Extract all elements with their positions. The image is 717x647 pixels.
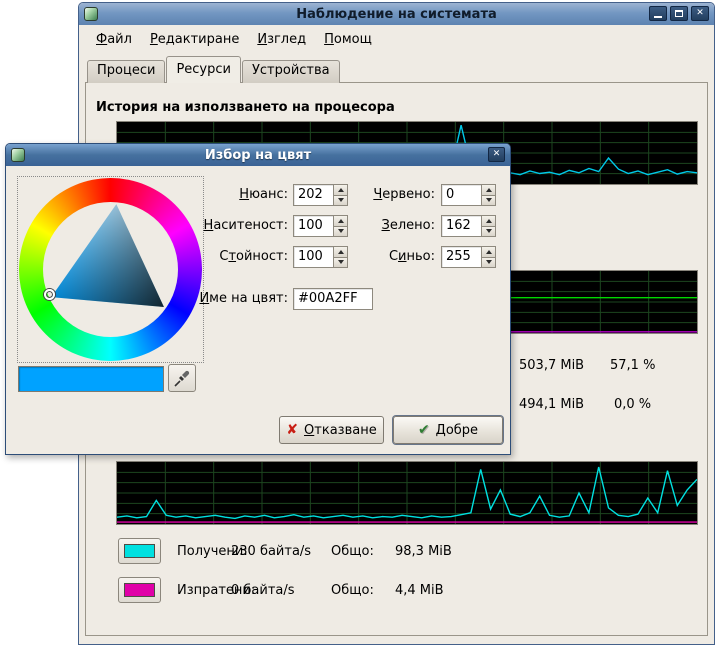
cancel-icon: ✘ <box>286 423 298 437</box>
menu-item-file[interactable]: Файл <box>87 29 141 50</box>
cpu-history-heading: История на използването на процесора <box>96 100 395 115</box>
green-input[interactable]: 162 <box>441 215 481 237</box>
hue-input[interactable]: 202 <box>293 184 333 206</box>
sent-total-label: Общо: <box>331 583 374 598</box>
red-spin-down-button[interactable] <box>481 196 496 207</box>
color-name-input[interactable]: #00A2FF <box>293 288 373 310</box>
color-wheel[interactable] <box>17 176 204 363</box>
cancel-button[interactable]: ✘ Отказване <box>279 416 384 444</box>
value-label: Стойност: <box>184 249 288 264</box>
blue-spin-up-button[interactable] <box>481 246 496 258</box>
arrow-up-icon <box>486 188 492 192</box>
blue-spinbox: 255 <box>441 246 496 268</box>
hue-label: Нюанс: <box>184 187 288 202</box>
received-color-swatch <box>124 544 155 558</box>
close-button[interactable]: ✕ <box>691 6 709 21</box>
color-selector-marker[interactable] <box>44 289 55 300</box>
dialog-icon <box>11 148 25 162</box>
color-preview <box>18 366 164 392</box>
ok-button-label: Добре <box>436 423 478 438</box>
red-label: Червено: <box>331 187 435 202</box>
saturation-label: Наситеност: <box>184 218 288 233</box>
desktop: Наблюдение на системата ✕ Файл Редактира… <box>0 0 717 647</box>
dialog-close-button[interactable]: ✕ <box>488 147 505 162</box>
green-label: Зелено: <box>331 218 435 233</box>
tab-bar: Процеси Ресурси Устройства <box>87 56 341 83</box>
dialog-close-icon: ✕ <box>493 150 501 159</box>
minimize-button[interactable] <box>649 6 667 21</box>
swap-percent: 0,0 % <box>614 397 651 412</box>
ok-button[interactable]: ✔ Добре <box>393 416 503 444</box>
sent-rate: 0 байта/s <box>231 583 295 598</box>
arrow-down-icon <box>486 260 492 264</box>
saturation-input[interactable]: 100 <box>293 215 333 237</box>
window-title: Наблюдение на системата <box>79 7 714 22</box>
cancel-button-label: Отказване <box>304 423 377 438</box>
swap-value: 494,1 MiB <box>519 397 584 412</box>
red-input[interactable]: 0 <box>441 184 481 206</box>
dialog-titlebar[interactable]: Избор на цвят ✕ <box>6 144 510 166</box>
tab-resources[interactable]: Ресурси <box>166 56 241 83</box>
menu-item-help[interactable]: Помощ <box>315 29 381 50</box>
sent-total: 4,4 MiB <box>395 583 444 598</box>
green-spin-up-button[interactable] <box>481 215 496 227</box>
red-spin-up-button[interactable] <box>481 184 496 196</box>
arrow-down-icon <box>486 198 492 202</box>
red-spinbox: 0 <box>441 184 496 206</box>
tab-processes[interactable]: Процеси <box>87 60 165 83</box>
blue-spin-down-button[interactable] <box>481 258 496 269</box>
value-input[interactable]: 100 <box>293 246 333 268</box>
arrow-up-icon <box>486 219 492 223</box>
color-name-label: Име на цвят: <box>184 291 288 306</box>
received-total-label: Общо: <box>331 544 374 559</box>
arrow-up-icon <box>486 250 492 254</box>
app-icon <box>84 7 98 21</box>
color-picker-dialog: Избор на цвят ✕ Нюанс: Наситеност: Стойн… <box>5 143 511 455</box>
close-icon: ✕ <box>696 9 704 18</box>
received-total: 98,3 MiB <box>395 544 452 559</box>
memory-value: 503,7 MiB <box>519 358 584 373</box>
network-history-chart <box>116 461 698 525</box>
dialog-title: Избор на цвят <box>6 148 510 163</box>
menu-item-edit[interactable]: Редактиране <box>141 29 248 50</box>
sent-color-swatch <box>124 583 155 597</box>
eyedropper-icon <box>172 368 192 388</box>
tab-devices[interactable]: Устройства <box>242 60 340 83</box>
menu-item-view[interactable]: Изглед <box>248 29 315 50</box>
maximize-button[interactable] <box>670 6 688 21</box>
memory-percent: 57,1 % <box>610 358 655 373</box>
green-spinbox: 162 <box>441 215 496 237</box>
arrow-down-icon <box>486 229 492 233</box>
blue-input[interactable]: 255 <box>441 246 481 268</box>
received-rate: 230 байта/s <box>231 544 311 559</box>
pick-screen-color-button[interactable] <box>168 364 196 392</box>
green-spin-down-button[interactable] <box>481 227 496 238</box>
sent-color-button[interactable] <box>118 577 161 603</box>
maximize-icon <box>675 10 683 17</box>
ok-icon: ✔ <box>418 423 430 437</box>
minimize-icon <box>654 16 662 18</box>
blue-label: Синьо: <box>331 249 435 264</box>
titlebar[interactable]: Наблюдение на системата ✕ <box>79 3 714 25</box>
menubar: Файл Редактиране Изглед Помощ <box>87 29 381 50</box>
received-color-button[interactable] <box>118 538 161 564</box>
